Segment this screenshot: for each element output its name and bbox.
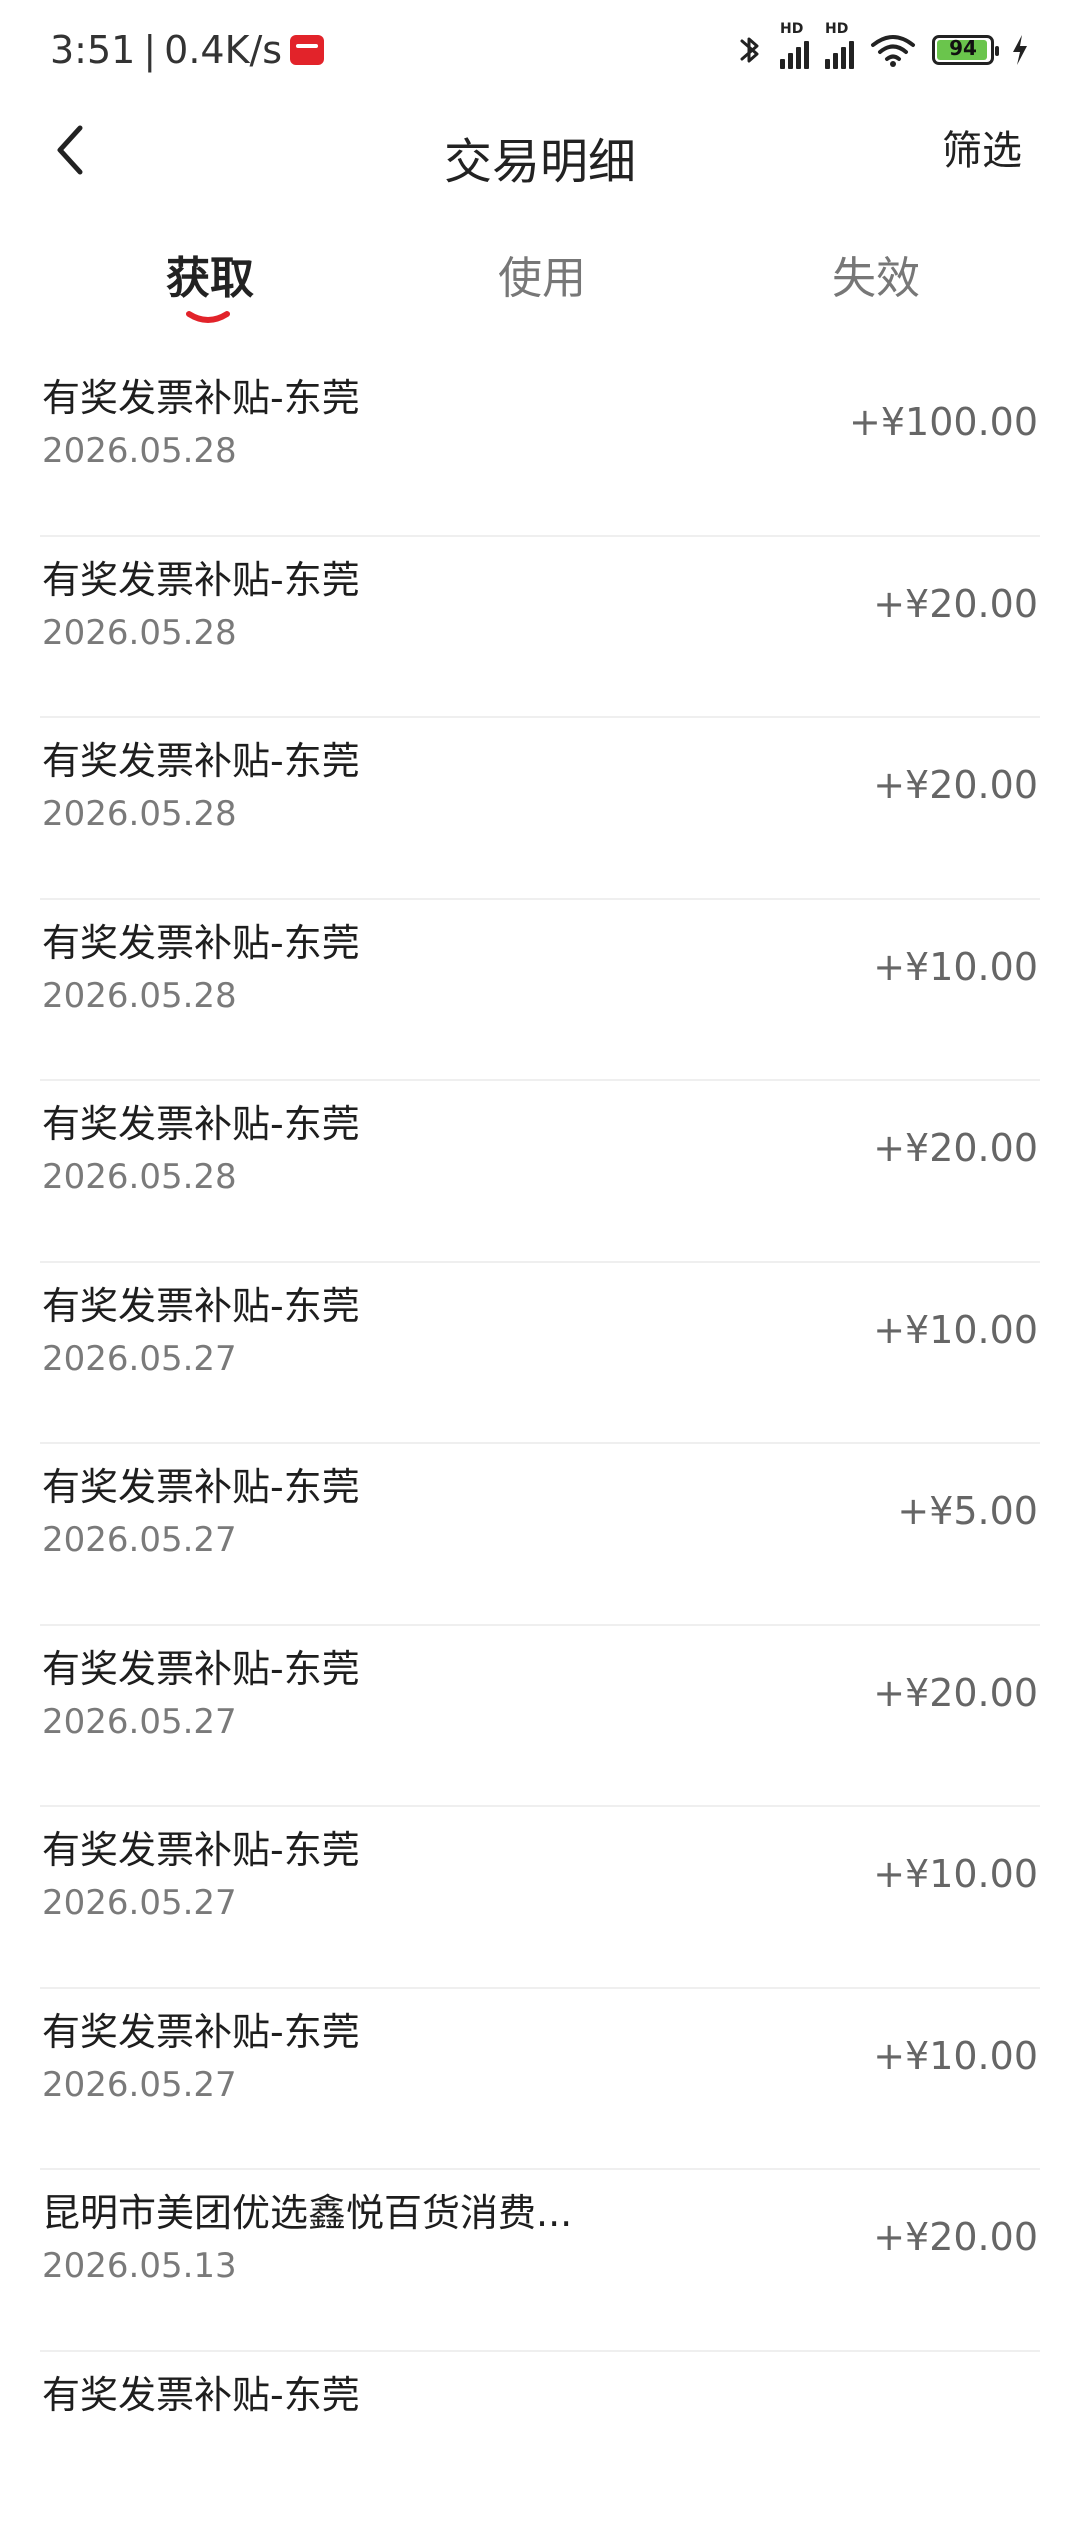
tab-obtain[interactable]: 获取 [166, 242, 254, 306]
status-separator: | [143, 28, 156, 72]
battery-level: 94 [935, 36, 991, 60]
transaction-amount: +¥10.00 [873, 1852, 1038, 1896]
transaction-row[interactable]: 有奖发票补贴-东莞 2026.05.27 +¥10.00 [40, 1989, 1040, 2171]
transaction-row[interactable]: 有奖发票补贴-东莞 2026.05.27 +¥5.00 [40, 1444, 1040, 1626]
transaction-amount: +¥20.00 [873, 1126, 1038, 1170]
battery-icon: 94 [932, 35, 994, 65]
transaction-amount: +¥20.00 [873, 582, 1038, 626]
tab-expired[interactable]: 失效 [832, 242, 920, 306]
transaction-date: 2026.05.13 [42, 2246, 237, 2286]
transaction-title: 有奖发票补贴-东莞 [42, 549, 360, 604]
lightning-icon [1010, 33, 1030, 67]
app-notification-icon [290, 35, 324, 65]
transaction-title: 有奖发票补贴-东莞 [42, 1275, 360, 1330]
transaction-date: 2026.05.28 [42, 976, 237, 1016]
tab-use[interactable]: 使用 [498, 242, 586, 306]
transaction-title: 有奖发票补贴-东莞 [42, 367, 360, 422]
wifi-icon [870, 33, 916, 67]
transaction-title: 有奖发票补贴-东莞 [42, 2001, 360, 2056]
transaction-amount: +¥20.00 [873, 763, 1038, 807]
tab-bar: 获取 使用 失效 [0, 230, 1080, 330]
signal-icon: HD [825, 31, 854, 69]
transaction-list: 有奖发票补贴-东莞 2026.05.28 +¥100.00 有奖发票补贴-东莞 … [0, 355, 1080, 2533]
transaction-date: 2026.05.27 [42, 1520, 237, 1560]
status-bar: 3:51 | 0.4K/s HD HD 94 [0, 0, 1080, 100]
transaction-date: 2026.05.28 [42, 794, 237, 834]
transaction-row[interactable]: 有奖发票补贴-东莞 2026.05.28 +¥10.00 [40, 900, 1040, 1082]
status-right: HD HD 94 [736, 31, 1030, 69]
transaction-date: 2026.05.28 [42, 1157, 237, 1197]
transaction-row[interactable]: 有奖发票补贴-东莞 [40, 2352, 1040, 2533]
transaction-title: 有奖发票补贴-东莞 [42, 1638, 360, 1693]
transaction-title: 有奖发票补贴-东莞 [42, 912, 360, 967]
header: 交易明细 筛选 [0, 100, 1080, 200]
active-tab-indicator [186, 310, 230, 326]
transaction-row[interactable]: 有奖发票补贴-东莞 2026.05.28 +¥100.00 [40, 355, 1040, 537]
signal-hd-label: HD [825, 21, 848, 37]
transaction-date: 2026.05.27 [42, 1339, 237, 1379]
transaction-title: 昆明市美团优选鑫悦百货消费... [42, 2182, 572, 2237]
transaction-amount: +¥10.00 [873, 945, 1038, 989]
transaction-row[interactable]: 有奖发票补贴-东莞 2026.05.27 +¥10.00 [40, 1807, 1040, 1989]
page-title: 交易明细 [0, 122, 1080, 192]
transaction-title: 有奖发票补贴-东莞 [42, 730, 360, 785]
signal-icon: HD [780, 31, 809, 69]
signal-hd-label: HD [780, 21, 803, 37]
transaction-date: 2026.05.27 [42, 1883, 237, 1923]
filter-button[interactable]: 筛选 [942, 118, 1022, 176]
transaction-row[interactable]: 昆明市美团优选鑫悦百货消费... 2026.05.13 +¥20.00 [40, 2170, 1040, 2352]
transaction-row[interactable]: 有奖发票补贴-东莞 2026.05.28 +¥20.00 [40, 537, 1040, 719]
transaction-row[interactable]: 有奖发票补贴-东莞 2026.05.28 +¥20.00 [40, 1081, 1040, 1263]
status-network-speed: 0.4K/s [164, 28, 282, 72]
transaction-date: 2026.05.28 [42, 613, 237, 653]
transaction-title: 有奖发票补贴-东莞 [42, 2364, 360, 2419]
transaction-row[interactable]: 有奖发票补贴-东莞 2026.05.28 +¥20.00 [40, 718, 1040, 900]
transaction-date: 2026.05.27 [42, 2065, 237, 2105]
transaction-date: 2026.05.28 [42, 431, 237, 471]
transaction-row[interactable]: 有奖发票补贴-东莞 2026.05.27 +¥20.00 [40, 1626, 1040, 1808]
transaction-title: 有奖发票补贴-东莞 [42, 1456, 360, 1511]
transaction-title: 有奖发票补贴-东莞 [42, 1819, 360, 1874]
transaction-amount: +¥5.00 [897, 1489, 1038, 1533]
transaction-amount: +¥100.00 [849, 400, 1038, 444]
transaction-amount: +¥10.00 [873, 1308, 1038, 1352]
status-left: 3:51 | 0.4K/s [50, 28, 324, 72]
transaction-amount: +¥10.00 [873, 2034, 1038, 2078]
status-time: 3:51 [50, 28, 135, 72]
transaction-row[interactable]: 有奖发票补贴-东莞 2026.05.27 +¥10.00 [40, 1263, 1040, 1445]
transaction-amount: +¥20.00 [873, 1671, 1038, 1715]
transaction-date: 2026.05.27 [42, 1702, 237, 1742]
transaction-amount: +¥20.00 [873, 2215, 1038, 2259]
transaction-title: 有奖发票补贴-东莞 [42, 1093, 360, 1148]
bluetooth-icon [736, 32, 764, 68]
